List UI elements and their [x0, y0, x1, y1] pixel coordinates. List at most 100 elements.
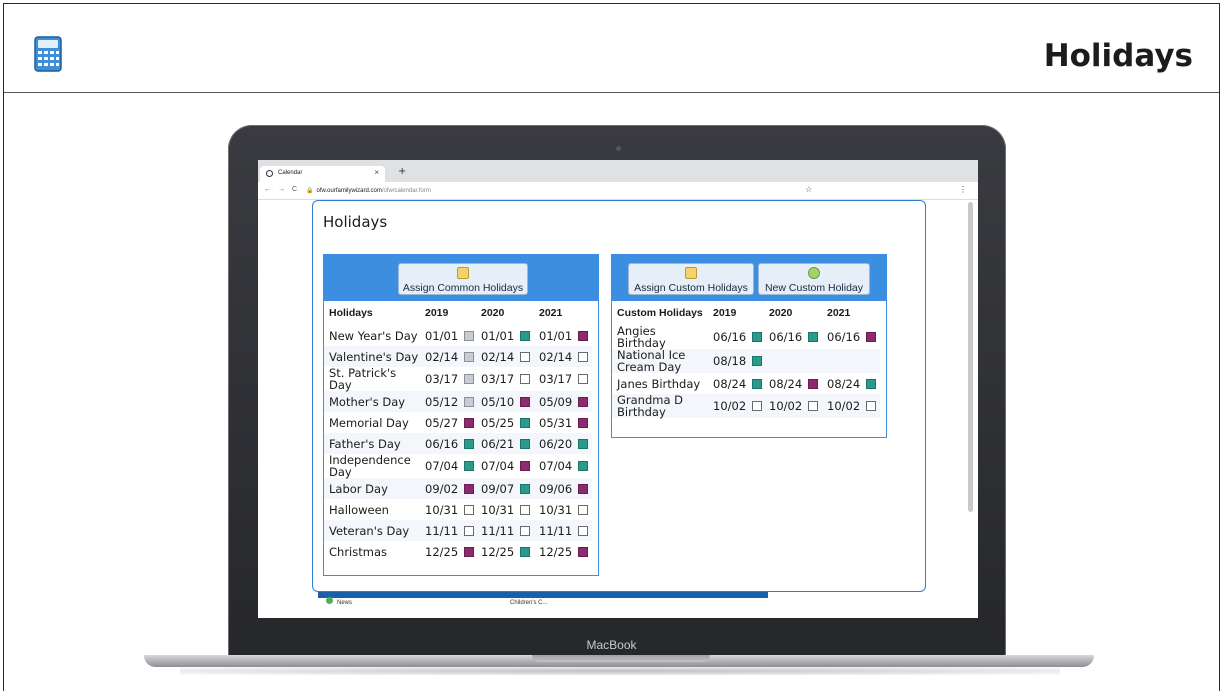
parent-color-checkbox[interactable] — [808, 401, 819, 411]
holiday-date-cell-2020 — [764, 349, 822, 373]
parent-color-checkbox[interactable] — [752, 356, 763, 366]
parent-color-checkbox[interactable] — [808, 332, 819, 342]
parent-color-checkbox[interactable] — [464, 396, 475, 407]
parent-color-checkbox[interactable] — [520, 351, 531, 362]
holiday-date: 01/01 — [481, 328, 515, 343]
reload-icon[interactable]: C — [292, 186, 297, 193]
parent-color-checkbox[interactable] — [520, 396, 531, 407]
holiday-date: 10/31 — [425, 502, 459, 517]
holiday-date: 05/09 — [539, 394, 573, 409]
close-icon[interactable]: × — [374, 168, 379, 177]
holiday-name: St. Patrick's Day — [329, 366, 397, 392]
new-tab-icon[interactable]: + — [398, 166, 406, 177]
url-host: ofw.ourfamilywizard.com — [316, 188, 382, 194]
parent-color-checkbox[interactable] — [578, 417, 589, 428]
parent-color-checkbox[interactable] — [752, 378, 763, 389]
parent-color-checkbox[interactable] — [578, 396, 589, 407]
parent-color-checkbox[interactable] — [464, 330, 475, 341]
parent-color-checkbox[interactable] — [866, 401, 877, 411]
parent-color-checkbox[interactable] — [520, 504, 531, 515]
holiday-name: National Ice Cream Day — [612, 349, 708, 373]
parent-color-checkbox[interactable] — [464, 546, 475, 557]
holiday-date: 09/07 — [481, 481, 515, 496]
holiday-date: 06/20 — [539, 436, 573, 451]
url-field[interactable]: 🔒 ofw.ourfamilywizard.com/ofw/calendar.fo… — [306, 187, 431, 194]
holiday-date-cell-2020: 10/02 — [764, 394, 822, 418]
holiday-date-cell-2019: 01/01 — [420, 325, 476, 346]
assign-custom-holidays-button[interactable]: Assign Custom Holidays — [628, 263, 754, 295]
holiday-date-cell-2019: 08/24 — [708, 373, 764, 394]
holiday-date-cell-2019: 09/02 — [420, 478, 476, 499]
holiday-date: 10/02 — [827, 399, 861, 413]
holiday-date-cell-2021: 03/17 — [534, 367, 592, 391]
parent-color-checkbox[interactable] — [464, 417, 475, 428]
parent-color-checkbox[interactable] — [808, 378, 819, 389]
forward-icon[interactable]: → — [278, 186, 285, 193]
parent-color-checkbox[interactable] — [520, 483, 531, 494]
back-icon[interactable]: ← — [264, 186, 271, 193]
news-icon — [326, 597, 333, 604]
holiday-name: Christmas — [329, 544, 387, 559]
parent-color-checkbox[interactable] — [578, 374, 589, 384]
table-row: St. Patrick's Day 03/17 03/17 03/17 — [324, 367, 592, 391]
table-row: Memorial Day 05/27 05/25 05/31 — [324, 412, 592, 433]
parent-color-checkbox[interactable] — [520, 546, 531, 557]
parent-color-checkbox[interactable] — [520, 461, 531, 471]
holiday-date-cell-2020: 01/01 — [476, 325, 534, 346]
parent-color-checkbox[interactable] — [464, 461, 475, 471]
browser-menu-icon[interactable]: ⋮ — [959, 185, 967, 194]
parent-color-checkbox[interactable] — [464, 351, 475, 362]
custom-holidays-table: Custom Holidays 2019 2020 2021 Angies Bi… — [612, 301, 880, 418]
parent-color-checkbox[interactable] — [578, 461, 589, 471]
parent-color-checkbox[interactable] — [578, 351, 589, 362]
parent-color-checkbox[interactable] — [520, 417, 531, 428]
column-header: Custom Holidays — [617, 307, 703, 319]
table-row: Christmas 12/25 12/25 12/25 — [324, 541, 592, 562]
holiday-date: 10/02 — [769, 399, 803, 413]
holiday-date-cell-2019: 05/27 — [420, 412, 476, 433]
holiday-date: 02/14 — [425, 349, 459, 364]
table-row: Grandma D Birthday 10/02 10/02 10/02 — [612, 394, 880, 418]
holiday-date-cell-2020: 02/14 — [476, 346, 534, 367]
parent-color-checkbox[interactable] — [578, 330, 589, 341]
holiday-date-cell-2021 — [822, 349, 880, 373]
page-scrollbar[interactable] — [968, 202, 973, 512]
parent-color-checkbox[interactable] — [578, 483, 589, 494]
holiday-date: 03/17 — [481, 372, 515, 386]
holiday-date-cell-2019: 06/16 — [420, 433, 476, 454]
assign-common-holidays-button[interactable]: Assign Common Holidays — [398, 263, 528, 295]
holiday-date: 05/12 — [425, 394, 459, 409]
holiday-date: 06/16 — [425, 436, 459, 451]
holiday-name: Halloween — [329, 502, 389, 517]
laptop-shadow — [180, 667, 1060, 675]
parent-color-checkbox[interactable] — [578, 438, 589, 449]
holiday-date: 06/16 — [769, 330, 803, 344]
parent-color-checkbox[interactable] — [866, 332, 877, 342]
parent-color-checkbox[interactable] — [520, 330, 531, 341]
holiday-date: 08/24 — [769, 376, 803, 391]
parent-color-checkbox[interactable] — [520, 438, 531, 449]
parent-color-checkbox[interactable] — [464, 374, 475, 384]
parent-color-checkbox[interactable] — [464, 483, 475, 494]
parent-color-checkbox[interactable] — [578, 546, 589, 557]
holiday-date: 09/02 — [425, 481, 459, 496]
new-custom-holiday-button[interactable]: New Custom Holiday — [758, 263, 870, 295]
parent-color-checkbox[interactable] — [520, 525, 531, 536]
parent-color-checkbox[interactable] — [464, 525, 475, 536]
holiday-date-cell-2021: 12/25 — [534, 541, 592, 562]
bookmark-star-icon[interactable]: ☆ — [805, 185, 812, 194]
parent-color-checkbox[interactable] — [752, 401, 763, 411]
holiday-date: 11/11 — [539, 523, 573, 538]
parent-color-checkbox[interactable] — [464, 438, 475, 449]
parent-color-checkbox[interactable] — [866, 378, 877, 389]
parent-color-checkbox[interactable] — [520, 374, 531, 384]
holiday-date-cell-2021: 10/02 — [822, 394, 880, 418]
parent-color-checkbox[interactable] — [578, 525, 589, 536]
parent-color-checkbox[interactable] — [752, 332, 763, 342]
parent-color-checkbox[interactable] — [464, 504, 475, 515]
parent-color-checkbox[interactable] — [578, 504, 589, 515]
browser-tab[interactable]: Calendar × — [260, 166, 385, 182]
holiday-date: 05/10 — [481, 394, 515, 409]
holiday-date-cell-2021: 06/20 — [534, 433, 592, 454]
holiday-date-cell-2020: 07/04 — [476, 454, 534, 478]
